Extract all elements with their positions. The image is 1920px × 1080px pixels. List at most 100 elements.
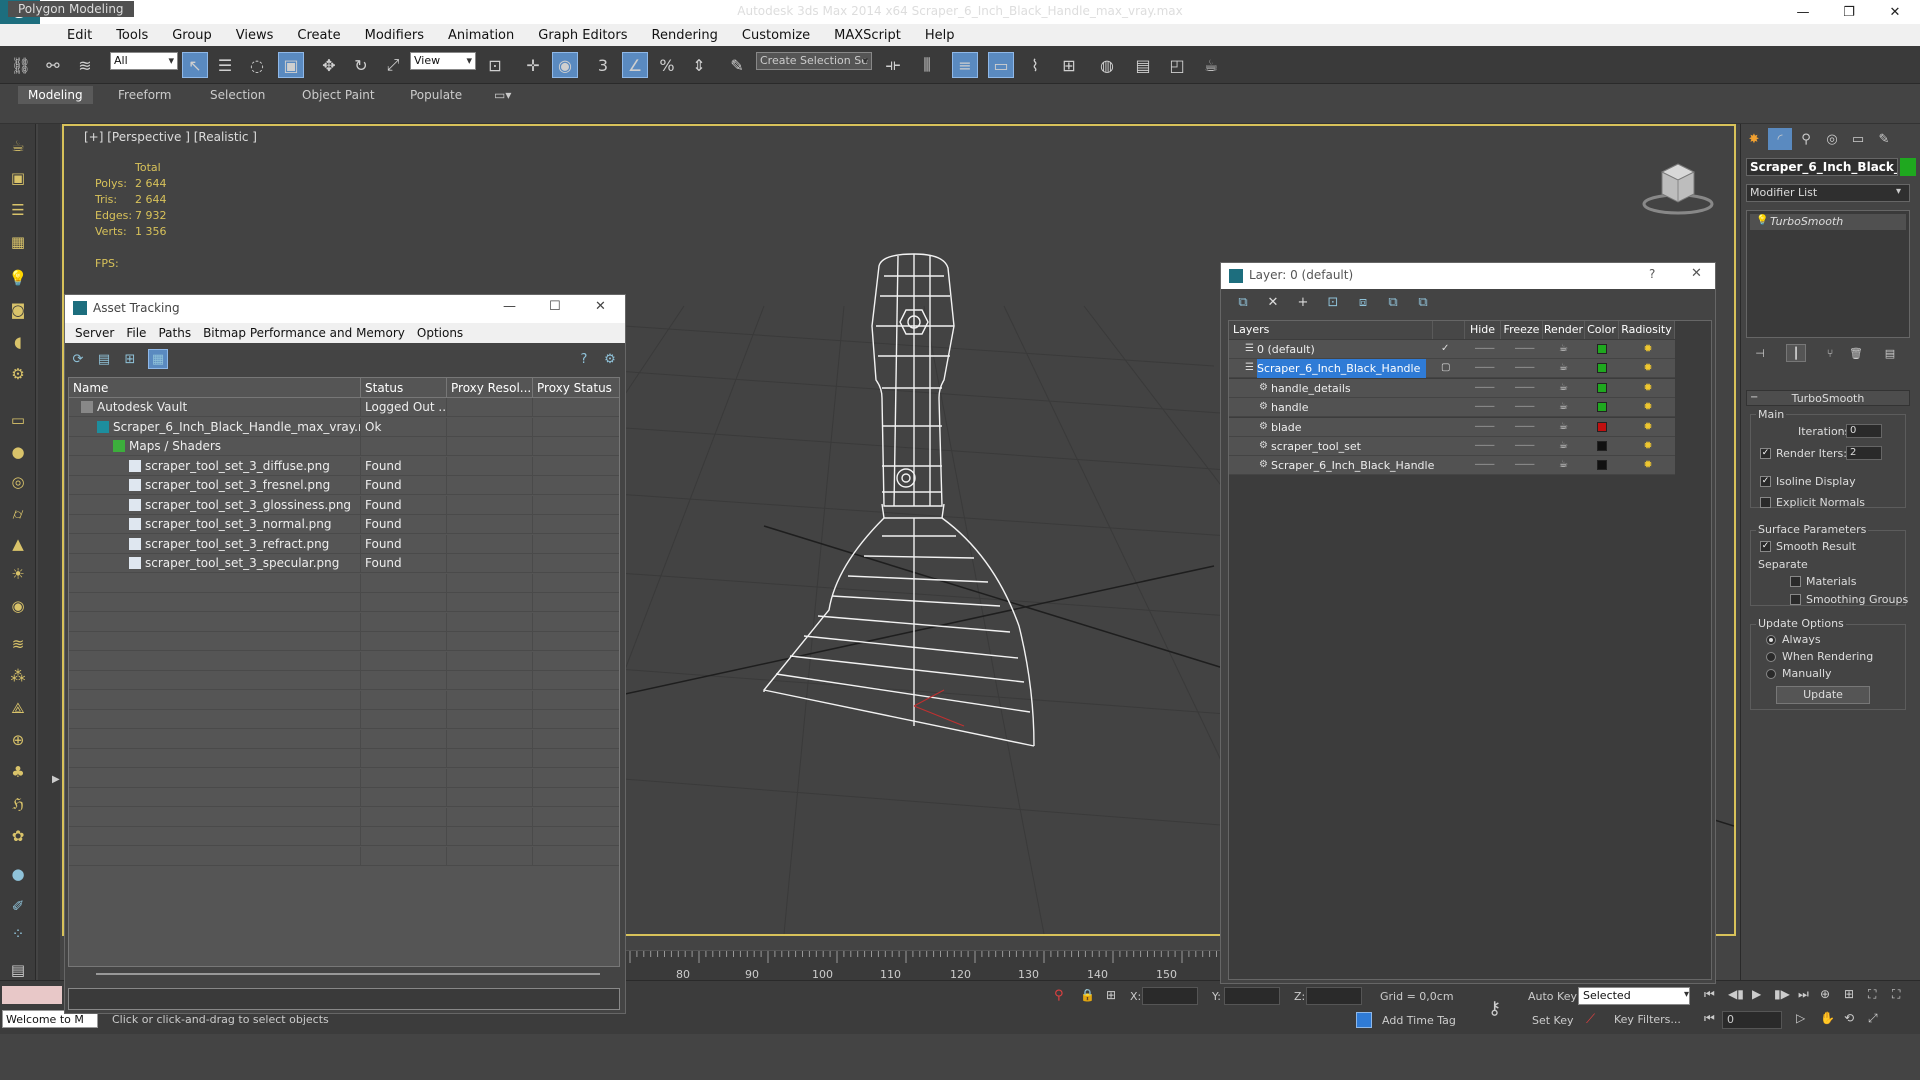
expand-arrow-icon[interactable]: ▶	[52, 774, 60, 785]
turbosmooth-rollout-header[interactable]: TurboSmooth	[1746, 390, 1910, 406]
tab-modeling[interactable]: Modeling	[18, 86, 93, 104]
next-frame-icon[interactable]: ▮▶	[1774, 987, 1790, 1001]
gold-sphere-icon[interactable]: ◉	[6, 594, 30, 618]
curve-editor-icon[interactable]: ⌇	[1022, 52, 1048, 78]
list-view-icon[interactable]: ▤	[94, 349, 114, 369]
bind-spacewarp-icon[interactable]: ≋	[72, 52, 98, 78]
tab-freeform[interactable]: Freeform	[108, 86, 181, 104]
update-button[interactable]: Update	[1776, 686, 1870, 704]
zoom-extents-all-icon[interactable]: ⛶	[1892, 987, 1900, 1002]
key-mode-icon[interactable]: ⏮	[1704, 1011, 1715, 1026]
time-ruler[interactable]	[626, 950, 1220, 980]
table-row[interactable]: scraper_tool_set_3_specular.png Found	[69, 554, 619, 573]
rendered-frame-window-icon[interactable]: ◰	[1164, 52, 1190, 78]
table-row[interactable]: scraper_tool_set_3_glossiness.png Found	[69, 495, 619, 515]
layer-name[interactable]: blade	[1271, 418, 1302, 437]
select-manipulate-icon[interactable]: ✛	[520, 52, 546, 78]
column-status[interactable]: Status	[361, 378, 447, 398]
always-radio[interactable]	[1766, 635, 1776, 645]
ribbon-options-icon[interactable]: ▭▾	[484, 86, 521, 104]
column-render[interactable]: Render	[1543, 321, 1585, 339]
menu-group[interactable]: Group	[160, 28, 224, 43]
selection-region-icon[interactable]: ◌	[244, 52, 270, 78]
menu-rendering[interactable]: Rendering	[640, 28, 730, 43]
zoom-all-icon[interactable]: ⊞	[1844, 987, 1854, 1001]
menu-create[interactable]: Create	[285, 28, 352, 43]
absolute-mode-icon[interactable]: ⊞	[1106, 988, 1116, 1002]
box-icon[interactable]: ▭	[6, 408, 30, 432]
hide-toggle[interactable]: ────	[1475, 364, 1494, 372]
layer-name[interactable]: handle_details	[1271, 379, 1351, 398]
isoline-display-checkbox[interactable]: ✓	[1760, 476, 1771, 487]
minimize-icon[interactable]: —	[1780, 0, 1826, 24]
freeze-toggle[interactable]: ────	[1515, 461, 1534, 469]
globe-icon[interactable]: ⊕	[6, 728, 30, 752]
radiosity-icon[interactable]: ✹	[1641, 342, 1655, 356]
modify-tab-icon[interactable]: ◜	[1768, 128, 1792, 150]
selection-lock-icon[interactable]: 🔒	[1080, 988, 1095, 1002]
refresh-icon[interactable]: ⟳	[68, 349, 88, 369]
radiosity-icon[interactable]: ✹	[1641, 420, 1655, 434]
move-icon[interactable]: ✥	[316, 52, 342, 78]
select-by-name-icon[interactable]: ☰	[212, 52, 238, 78]
auto-key-button[interactable]: Auto Key	[1528, 990, 1577, 1003]
zoom-icon[interactable]: ⊕	[1820, 987, 1830, 1001]
maxscript-listener-mini[interactable]	[2, 986, 62, 1004]
table-row[interactable]: Autodesk Vault Logged Out ...	[69, 398, 619, 417]
freeze-toggle[interactable]: ────	[1515, 422, 1534, 430]
asset-path-field[interactable]	[68, 988, 620, 1010]
brush-icon[interactable]: ✿	[6, 824, 30, 848]
layer-row[interactable]: ⚙ handle_details ──── ──── ☕ ✹	[1229, 378, 1675, 398]
render-setup-icon[interactable]: ▤	[1130, 52, 1156, 78]
when-rendering-radio[interactable]	[1766, 652, 1776, 662]
render-teapot-icon[interactable]: ☕	[1559, 400, 1568, 414]
close-icon[interactable]: ✕	[1691, 266, 1702, 281]
radiosity-icon[interactable]: ✹	[1641, 400, 1655, 414]
layer-explorer-icon[interactable]: ≡	[952, 52, 978, 78]
align-icon[interactable]: ⫼	[914, 52, 940, 78]
paint-icon[interactable]: ✐	[6, 894, 30, 918]
create-tab-icon[interactable]: ✸	[1742, 128, 1766, 150]
render-iters-checkbox[interactable]: ✓	[1760, 448, 1771, 459]
freeze-toggle[interactable]: ────	[1515, 403, 1534, 411]
layer-color-swatch[interactable]	[1597, 344, 1607, 354]
camera-icon[interactable]: ◙	[6, 298, 30, 322]
menu-customize[interactable]: Customize	[730, 28, 822, 43]
menu-maxscript[interactable]: MAXScript	[822, 28, 913, 43]
render-production-icon[interactable]: ☕	[1198, 52, 1224, 78]
layer-color-swatch[interactable]	[1597, 382, 1607, 393]
render-teapot-icon[interactable]: ☕	[1559, 361, 1568, 375]
menu-server[interactable]: Server	[69, 326, 120, 340]
select-object-icon[interactable]: ↖	[182, 52, 208, 78]
help-button[interactable]: ?	[1649, 267, 1655, 281]
pivot-center-icon[interactable]: ⊡	[482, 52, 508, 78]
selection-filter-dropdown[interactable]: All	[110, 52, 178, 70]
tab-object-paint[interactable]: Object Paint	[292, 86, 385, 104]
layer-name[interactable]: scraper_tool_set	[1271, 437, 1361, 456]
set-key-mode-icon[interactable]: ⚷	[1488, 998, 1501, 1019]
layer-name[interactable]: Scraper_6_Inch_Black_Handle	[1257, 359, 1427, 379]
collapse-icon[interactable]: −	[1750, 392, 1758, 403]
hf-icon[interactable]: ℌ	[6, 792, 30, 816]
help-icon[interactable]: ?	[574, 349, 594, 369]
teapot-icon[interactable]: ☕	[6, 134, 30, 158]
radiosity-icon[interactable]: ✹	[1641, 361, 1655, 375]
modifier-list-dropdown[interactable]: Modifier List	[1746, 184, 1910, 202]
table-row[interactable]: scraper_tool_set_3_refract.png Found	[69, 534, 619, 554]
hide-toggle[interactable]: ────	[1475, 461, 1494, 469]
previous-frame-icon[interactable]: ◀▮	[1728, 987, 1744, 1001]
layer-row[interactable]: ⚙ Scraper_6_Inch_Black_Handle ──── ──── ☕ ✹	[1229, 456, 1675, 476]
layer-color-swatch[interactable]	[1597, 421, 1607, 432]
layer-row[interactable]: ☰ Scraper_6_Inch_Black_Handle ▢ ──── ──── ☕ ✹	[1229, 359, 1675, 379]
percent-snap-icon[interactable]: %	[654, 52, 680, 78]
plant-icon[interactable]: ♣	[6, 760, 30, 784]
unlink-icon[interactable]: ⚯	[40, 52, 66, 78]
hide-toggle[interactable]: ────	[1475, 383, 1494, 391]
restore-icon[interactable]: ❐	[1826, 0, 1872, 24]
iterations-spinner[interactable]: 0	[1846, 424, 1882, 438]
menu-options[interactable]: Options	[411, 326, 469, 340]
layer-name[interactable]: Scraper_6_Inch_Black_Handle	[1271, 456, 1434, 475]
motion-tab-icon[interactable]: ◎	[1820, 128, 1844, 150]
layer-color-swatch[interactable]	[1597, 402, 1607, 413]
column-name[interactable]: Name	[69, 378, 361, 398]
